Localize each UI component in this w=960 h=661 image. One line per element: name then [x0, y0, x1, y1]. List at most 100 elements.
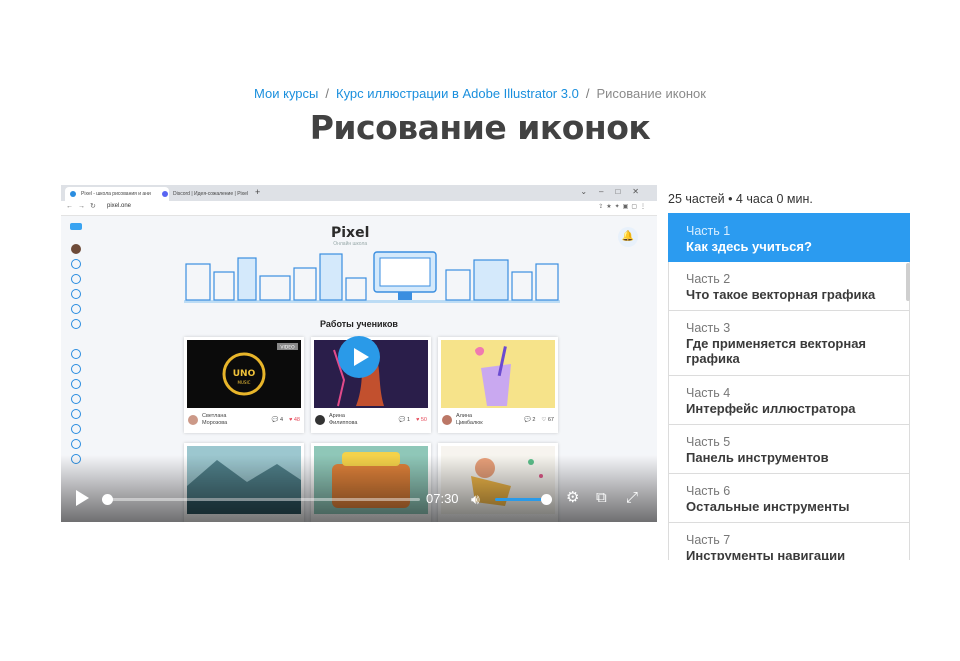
- lesson-title: Интерфейс иллюстратора: [686, 401, 856, 416]
- plus-icon: +: [255, 187, 261, 197]
- work-stats: 💬 1 ♥ 50: [399, 417, 427, 423]
- author-first-name: Светлана: [202, 413, 227, 419]
- video-url: pixel.one: [107, 203, 132, 209]
- work-thumbnail: UNO MUSIC VIDEO: [187, 340, 301, 408]
- site-tagline: Онлайн школа: [333, 241, 368, 247]
- video-site-sidebar: [67, 223, 85, 469]
- lesson-item-3[interactable]: Часть 3 Где применяется векторная график…: [668, 311, 910, 376]
- sidebar-gap: [71, 334, 81, 344]
- breadcrumb-my-courses[interactable]: Мои курсы: [254, 86, 318, 101]
- avatar: [71, 244, 81, 254]
- volume-slider-handle[interactable]: [541, 494, 552, 505]
- refresh-icon: [71, 364, 81, 374]
- breadcrumb-separator: /: [585, 86, 590, 101]
- volume-icon[interactable]: 🔊︎: [471, 491, 480, 508]
- city-illustration: [184, 251, 560, 303]
- video-browser-tab: Discord | Идея-сожаление | Pixel: [157, 187, 265, 201]
- work-card-meta: Алина Цимбалюк 💬 2 ♡ 67: [442, 412, 554, 430]
- work-author: Арина Филиппова: [329, 413, 357, 426]
- browser-extension-icons: ⇪★✦▣▢⋮: [598, 204, 649, 210]
- lesson-title: Остальные инструменты: [686, 499, 850, 514]
- video-address-bar: ←→↻ pixel.one ⇪★✦▣▢⋮: [61, 201, 657, 216]
- avatar: [442, 415, 452, 425]
- lesson-item-2[interactable]: Часть 2 Что такое векторная графика: [668, 262, 910, 311]
- window-controls-icon: ⌄–□✕: [580, 187, 651, 196]
- work-author: Светлана Морозова: [202, 413, 227, 426]
- lesson-part-number: Часть 4: [686, 386, 731, 400]
- work-author: Алина Цимбалюк: [456, 413, 483, 426]
- lesson-part-number: Часть 1: [686, 224, 731, 238]
- settings-gear-icon[interactable]: ⚙: [566, 490, 579, 506]
- lesson-title: Что такое векторная графика: [686, 287, 876, 302]
- image-icon: [71, 379, 81, 389]
- author-last-name: Цимбалюк: [456, 419, 483, 426]
- like-count: 48: [293, 417, 300, 423]
- video-site-brand: Pixel Онлайн школа: [331, 225, 369, 247]
- lesson-list-scrollbar[interactable]: [906, 263, 910, 301]
- lesson-part-number: Часть 2: [686, 272, 731, 286]
- comment-icon: 💬: [398, 417, 406, 423]
- like-count: 50: [420, 417, 427, 423]
- author-last-name: Морозова: [202, 419, 228, 426]
- lesson-item-7[interactable]: Часть 7 Инструменты навигации: [668, 523, 910, 560]
- video-progress-bar[interactable]: [107, 498, 420, 501]
- breadcrumb-course[interactable]: Курс иллюстрации в Adobe Illustrator 3.0: [336, 86, 579, 101]
- svg-text:MUSIC: MUSIC: [238, 380, 251, 385]
- trophy-icon: [71, 304, 81, 314]
- lesson-title: Где применяется векторная графика: [686, 336, 867, 366]
- heart-icon: ♥: [289, 417, 293, 423]
- avatar: [315, 415, 325, 425]
- course-summary: 25 частей • 4 часа 0 мин.: [668, 192, 813, 206]
- bell-icon: 🔔: [618, 227, 638, 247]
- comment-icon: 💬: [523, 417, 531, 423]
- lesson-item-1[interactable]: Часть 1 Как здесь учиться?: [668, 213, 910, 262]
- work-card-meta: Светлана Морозова 💬 4 ♥ 48: [188, 412, 300, 430]
- breadcrumb-separator: /: [325, 86, 329, 101]
- play-icon[interactable]: [76, 490, 89, 506]
- browser-nav-icon: ←→↻: [66, 203, 101, 210]
- lesson-title: Как здесь учиться?: [686, 239, 812, 254]
- works-section-title: Работы учеников: [320, 319, 398, 329]
- video-overlay-play-button[interactable]: [338, 336, 380, 378]
- video-player[interactable]: Pixel - школа рисования и ани Discord | …: [61, 185, 657, 522]
- lesson-item-4[interactable]: Часть 4 Интерфейс иллюстратора: [668, 376, 910, 425]
- video-browser-tabbar: Pixel - школа рисования и ани Discord | …: [61, 185, 657, 201]
- volume-slider[interactable]: [495, 498, 547, 501]
- page-title: Рисование иконок: [309, 108, 651, 147]
- comment-icon: 💬: [271, 417, 279, 423]
- lesson-title: Панель инструментов: [686, 450, 829, 465]
- comment-count: 1: [407, 417, 411, 423]
- lesson-item-5[interactable]: Часть 5 Панель инструментов: [668, 425, 910, 474]
- star-icon: [71, 274, 81, 284]
- heart-icon: ♥: [416, 417, 420, 423]
- work-card: Алина Цимбалюк 💬 2 ♡ 67: [438, 337, 558, 433]
- like-count: 67: [547, 417, 554, 423]
- author-first-name: Алина: [456, 413, 473, 419]
- discord-icon: [71, 439, 81, 449]
- lesson-part-number: Часть 3: [686, 321, 731, 335]
- work-card-meta: Арина Филиппова 💬 1 ♥ 50: [315, 412, 427, 430]
- work-thumbnail: [441, 340, 555, 408]
- video-browser-tab-label: Discord | Идея-сожаление | Pixel: [173, 191, 249, 197]
- lesson-part-number: Часть 6: [686, 484, 731, 498]
- avatar: [188, 415, 198, 425]
- svg-text:VIDEO: VIDEO: [280, 345, 295, 351]
- chat-icon: [71, 259, 81, 269]
- work-card: UNO MUSIC VIDEO Светлана Морозова 💬 4 ♥ 48: [184, 337, 304, 433]
- lesson-part-number: Часть 7: [686, 533, 731, 547]
- site-logo-icon: [70, 223, 82, 230]
- external-link-icon[interactable]: ⧉: [596, 490, 607, 506]
- site-brand-name: Pixel: [331, 225, 370, 241]
- work-stats: 💬 2 ♡ 67: [524, 417, 554, 423]
- lesson-list[interactable]: Часть 1 Как здесь учиться? Часть 2 Что т…: [668, 213, 910, 560]
- lesson-part-number: Часть 5: [686, 435, 731, 449]
- video-progress-handle[interactable]: [102, 494, 113, 505]
- tag-icon: [71, 349, 81, 359]
- lesson-item-6[interactable]: Часть 6 Остальные инструменты: [668, 474, 910, 523]
- heart-outline-icon: ♡: [541, 417, 547, 423]
- work-stats: 💬 4 ♥ 48: [272, 417, 300, 423]
- fullscreen-icon[interactable]: ⤢: [626, 490, 638, 506]
- bulb-icon: [71, 289, 81, 299]
- video-time: 07:30: [426, 491, 459, 506]
- svg-text:UNO: UNO: [233, 369, 256, 379]
